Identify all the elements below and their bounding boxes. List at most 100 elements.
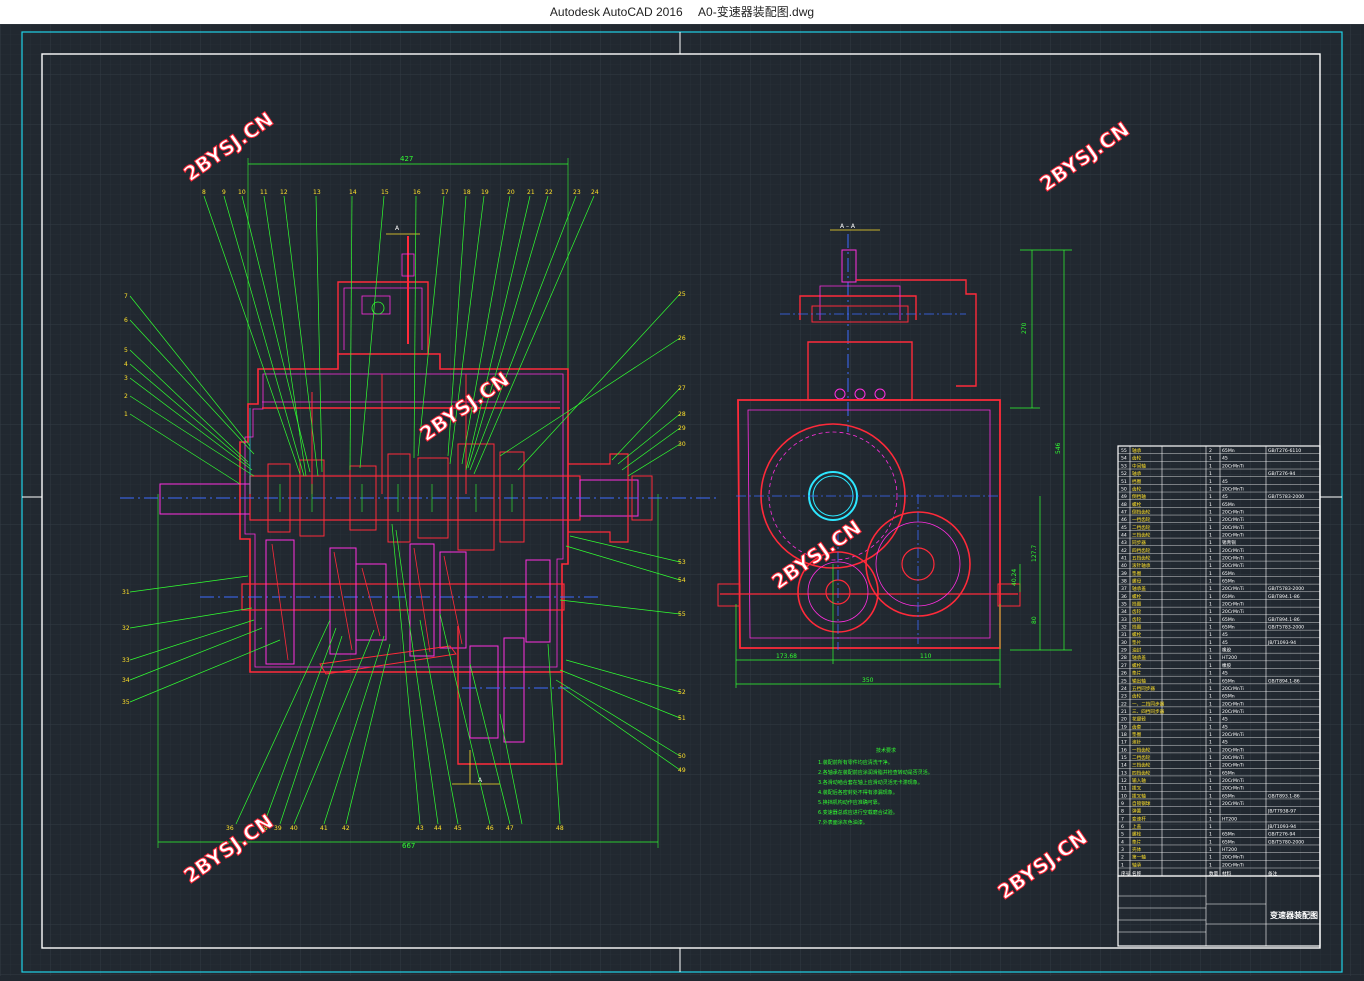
bom-cell-name: 齿轮 bbox=[1132, 455, 1142, 462]
bom-cell-no: 37 bbox=[1121, 586, 1127, 592]
document-name: A0-变速器装配图.dwg bbox=[698, 5, 815, 19]
label-23: 23 bbox=[573, 189, 581, 196]
bom-cell-material: 45 bbox=[1222, 640, 1228, 646]
bom-cell-no: 50 bbox=[1121, 486, 1127, 492]
label-5: 5 bbox=[124, 347, 128, 354]
bom-cell-name: 轴承盖 bbox=[1132, 654, 1146, 661]
bom-cell-no: 8 bbox=[1121, 809, 1124, 815]
bom-cell-no: 9 bbox=[1121, 801, 1124, 807]
bom-cell-qty: 1 bbox=[1209, 816, 1212, 822]
bom-cell-no: 20 bbox=[1121, 717, 1127, 723]
bom-cell-material: 65Mn bbox=[1222, 502, 1235, 508]
bom-cell-qty: 1 bbox=[1209, 632, 1212, 638]
bom-cell-material: 65Mn bbox=[1222, 579, 1235, 585]
bom-cell-std: JB/T7938-97 bbox=[1267, 809, 1296, 815]
bom-cell-qty: 1 bbox=[1209, 709, 1212, 715]
bom-cell-qty: 1 bbox=[1209, 801, 1212, 807]
bom-cell-no: 21 bbox=[1121, 709, 1127, 715]
bom-cell-qty: 1 bbox=[1209, 540, 1212, 546]
label-10: 10 bbox=[238, 189, 246, 196]
bom-cell-name: 五挡齿轮 bbox=[1132, 554, 1151, 561]
bom-cell-material: 45 bbox=[1222, 724, 1228, 730]
bom-cell-material: 20CrMnTi bbox=[1222, 763, 1244, 769]
bom-cell-name: 挡圈 bbox=[1132, 601, 1142, 608]
side-dim-546: 546 bbox=[1055, 442, 1062, 454]
tech-note-2: 2.各轴承在装配前应涂润滑脂并检查转动是否灵活。 bbox=[818, 769, 933, 776]
bom-cell-material: 20CrMnTi bbox=[1222, 855, 1244, 861]
bom-cell-no: 5 bbox=[1121, 832, 1124, 838]
bom-cell-qty: 1 bbox=[1209, 686, 1212, 692]
bom-cell-no: 40 bbox=[1121, 563, 1127, 569]
bom-cell-name: 挡圈 bbox=[1132, 478, 1142, 485]
bom-cell-material: 20CrMnTi bbox=[1222, 548, 1244, 554]
label-40: 40 bbox=[290, 825, 298, 832]
bom-cell-no: 17 bbox=[1121, 740, 1127, 746]
bom-cell-name: 花键毂 bbox=[1132, 716, 1146, 723]
bom-cell-std: GB/T894.1-86 bbox=[1268, 594, 1300, 600]
bom-cell-no: 4 bbox=[1121, 839, 1124, 845]
bom-cell-std: GB/T5783-2000 bbox=[1268, 586, 1304, 592]
bom-cell-material: 20CrMnTi bbox=[1222, 701, 1244, 707]
side-dim-right: 110 bbox=[920, 653, 932, 660]
bom-cell-material: 20CrMnTi bbox=[1222, 586, 1244, 592]
bom-cell-qty: 1 bbox=[1209, 724, 1212, 730]
window-title-bar: Autodesk AutoCAD 2016 A0-变速器装配图.dwg bbox=[0, 0, 1364, 25]
bom-cell-name: 拨叉 bbox=[1132, 785, 1142, 792]
bom-cell-material: 20CrMnTi bbox=[1222, 747, 1244, 753]
bom-cell-qty: 1 bbox=[1209, 625, 1212, 631]
bom-cell-no: 46 bbox=[1121, 517, 1127, 523]
drawing-svg[interactable]: 427 667 A A 8 9 10 11 12 13 14 15 16 17 … bbox=[0, 24, 1364, 976]
bom-cell-material: HT200 bbox=[1222, 816, 1237, 822]
bom-cell-name: 拨叉轴 bbox=[1132, 792, 1146, 799]
bom-cell-material: 20CrMnTi bbox=[1222, 778, 1244, 784]
bom-cell-name: 弹簧 bbox=[1132, 808, 1142, 815]
label-31: 31 bbox=[122, 589, 130, 596]
drawing-canvas[interactable]: 427 667 A A 8 9 10 11 12 13 14 15 16 17 … bbox=[0, 24, 1364, 976]
tech-note-6: 6.变速器总成应进行空载磨合试验。 bbox=[818, 809, 898, 816]
bom-cell-qty: 1 bbox=[1209, 532, 1212, 538]
bom-cell-name: 滚针轴承 bbox=[1132, 562, 1151, 569]
bom-cell-qty: 1 bbox=[1209, 793, 1212, 799]
bom-cell-material: 20CrMnTi bbox=[1222, 786, 1244, 792]
bom-cell-material: 65Mn bbox=[1222, 770, 1235, 776]
label-51: 51 bbox=[678, 715, 686, 722]
bom-cell-qty: 1 bbox=[1209, 778, 1212, 784]
bom-cell-no: 12 bbox=[1121, 778, 1127, 784]
dim-bottom: 667 bbox=[402, 842, 415, 850]
bom-cell-no: 3 bbox=[1121, 847, 1124, 853]
tech-note-3: 3.各滑动啮合套在轴上应滑动灵活无卡滞现象。 bbox=[818, 779, 923, 786]
bom-cell-name: 输出轴 bbox=[1132, 677, 1146, 684]
bom-cell-no: 54 bbox=[1121, 456, 1127, 462]
bom-cell-qty: 1 bbox=[1209, 586, 1212, 592]
label-44: 44 bbox=[434, 825, 442, 832]
bom-cell-name: 一挡齿轮 bbox=[1132, 516, 1151, 523]
bom-cell-no: 24 bbox=[1121, 686, 1127, 692]
bom-cell-qty: 1 bbox=[1209, 701, 1212, 707]
bom-cell-qty: 1 bbox=[1209, 571, 1212, 577]
bom-cell-no: 36 bbox=[1121, 594, 1127, 600]
bom-cell-material: 20CrMnTi bbox=[1222, 609, 1244, 615]
bom-cell-material: 20CrMnTi bbox=[1222, 709, 1244, 715]
bom-cell-qty: 1 bbox=[1209, 847, 1212, 853]
label-19: 19 bbox=[481, 189, 489, 196]
bom-cell-qty: 1 bbox=[1209, 855, 1212, 861]
bom-cell-name: 变速杆 bbox=[1132, 815, 1146, 822]
bom-cell-name: 倒挡齿轮 bbox=[1132, 508, 1151, 515]
bom-cell-no: 14 bbox=[1121, 763, 1127, 769]
bom-cell-material: 45 bbox=[1222, 494, 1228, 500]
label-8: 8 bbox=[202, 189, 206, 196]
bom-cell-material: 65Mn bbox=[1222, 625, 1235, 631]
bom-cell-name: 壳体 bbox=[1132, 846, 1142, 853]
bom-cell-std: GB/T5783-2000 bbox=[1268, 625, 1304, 631]
bom-cell-name: 三挡齿轮 bbox=[1132, 531, 1151, 538]
bom-cell-no: 34 bbox=[1121, 609, 1127, 615]
bom-cell-std: GB/T894.1-86 bbox=[1268, 617, 1300, 623]
label-28: 28 bbox=[678, 411, 686, 418]
bom-cell-name: 三、四挡同步器 bbox=[1132, 708, 1165, 715]
bom-cell-material: 65Mn bbox=[1222, 832, 1235, 838]
bom-cell-material: 20CrMnTi bbox=[1222, 509, 1244, 515]
bom-cell-no: 19 bbox=[1121, 724, 1127, 730]
bom-cell-name: 一、二挡同步器 bbox=[1132, 700, 1165, 707]
bom-cell-name: 螺栓 bbox=[1132, 593, 1142, 600]
bom-cell-material: 20CrMnTi bbox=[1222, 755, 1244, 761]
